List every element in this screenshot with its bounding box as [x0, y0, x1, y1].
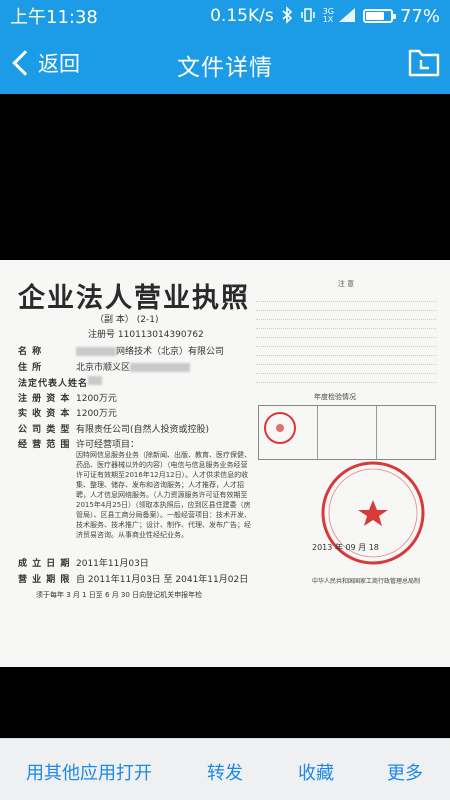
field-value: 北京市顺义区	[76, 363, 131, 373]
battery-icon	[362, 9, 396, 23]
notice-lines	[256, 293, 436, 383]
field-scope: 经 营 范 围 许可经营项目：	[18, 437, 248, 450]
field-paid-capital: 实 收 资 本 1200万元	[18, 406, 248, 419]
folder-icon	[408, 49, 440, 77]
doc-copy-label: （副 本） (2-1)	[95, 312, 158, 325]
doc-title: 企业法人营业执照	[18, 283, 250, 314]
field-company-type: 公 司 类 型 有限责任公司(自然人投资或控股)	[18, 422, 248, 435]
issuing-authority: 中华人民共和国国家工商行政管理总局制	[312, 578, 421, 585]
folder-button[interactable]	[408, 47, 440, 77]
field-term: 营 业 期 限 自 2011年11月03日 至 2041年11月02日	[18, 572, 268, 585]
copy-label: （副 本）	[95, 315, 134, 325]
license-image: 企业法人营业执照 （副 本） (2-1) 注册号 110113014390762…	[0, 260, 450, 667]
field-value: 许可经营项目：	[76, 440, 140, 450]
field-value: 自 2011年11月03日 至 2041年11月02日	[76, 575, 249, 585]
reg-label: 注册号	[88, 330, 116, 340]
field-value: 1200万元	[76, 409, 117, 419]
bluetooth-icon	[281, 5, 293, 27]
field-key: 公 司 类 型	[18, 425, 71, 435]
bottom-action-bar: 用其他应用打开 转发 收藏 更多	[0, 738, 450, 800]
notice-title: 注 意	[337, 280, 355, 288]
redacted-block	[130, 363, 191, 372]
reg-number: 110113014390762	[117, 330, 204, 340]
favorite-button[interactable]: 收藏	[298, 759, 334, 785]
redacted-block	[76, 347, 116, 356]
field-value: 有限责任公司(自然人投资或控股)	[76, 425, 210, 435]
status-right: 0.15K/s 3G 1X 77%	[210, 6, 440, 27]
vibrate-icon	[300, 7, 316, 26]
field-key: 名 称	[18, 347, 43, 357]
forward-button[interactable]: 转发	[207, 759, 243, 785]
status-time: 上午11:38	[10, 7, 98, 28]
field-name: 名 称 网络技术（北京）有限公司	[18, 344, 248, 357]
annual-title: 年度检验情况	[314, 393, 356, 401]
field-established: 成 立 日 期 2011年11月03日	[18, 556, 248, 569]
small-stamp	[264, 412, 296, 444]
network-speed: 0.15K/s	[210, 6, 274, 26]
field-key: 成 立 日 期	[18, 559, 71, 569]
field-value: 1200万元	[76, 394, 117, 404]
field-key: 住 所	[18, 363, 43, 373]
scope-text: 因特网信息服务业务（除新闻、出版、教育、医疗保健、药品、医疗器械以外的内容）（电…	[76, 451, 251, 539]
page-title: 文件详情	[177, 55, 273, 81]
field-legal-rep: 法定代表人姓名	[18, 376, 248, 389]
more-button[interactable]: 更多	[387, 759, 423, 785]
signal-icon	[338, 7, 356, 26]
title-bar: 返回 文件详情	[0, 32, 450, 94]
battery-percent: 77%	[399, 5, 440, 27]
annual-check-note: 须于每年 3 月 1 日至 6 月 30 日向登记机关申报年检	[36, 591, 203, 599]
field-key: 注 册 资 本	[18, 394, 71, 404]
field-key: 法定代表人姓名	[18, 379, 89, 389]
field-key: 实 收 资 本	[18, 409, 71, 419]
issue-date: 2013 年 09 月 18	[312, 543, 379, 552]
image-viewer[interactable]: 企业法人营业执照 （副 本） (2-1) 注册号 110113014390762…	[0, 94, 450, 738]
battery-fill	[365, 12, 384, 20]
field-key: 营 业 期 限	[18, 575, 71, 585]
doc-reg: 注册号 110113014390762	[88, 327, 204, 340]
notice-box: 注 意	[256, 280, 436, 390]
network-type: 3G 1X	[323, 8, 334, 24]
field-value: 网络技术（北京）有限公司	[116, 347, 225, 357]
status-bar: 上午11:38 0.15K/s 3G 1X 77%	[0, 0, 450, 32]
network-type-bottom: 1X	[322, 15, 334, 24]
redacted-block	[88, 376, 102, 385]
field-value: 2011年11月03日	[76, 559, 149, 569]
field-reg-capital: 注 册 资 本 1200万元	[18, 391, 248, 404]
open-with-button[interactable]: 用其他应用打开	[26, 759, 152, 785]
field-address: 住 所 北京市顺义区	[18, 360, 248, 373]
field-key: 经 营 范 围	[18, 440, 71, 450]
copy-number: (2-1)	[136, 315, 159, 325]
